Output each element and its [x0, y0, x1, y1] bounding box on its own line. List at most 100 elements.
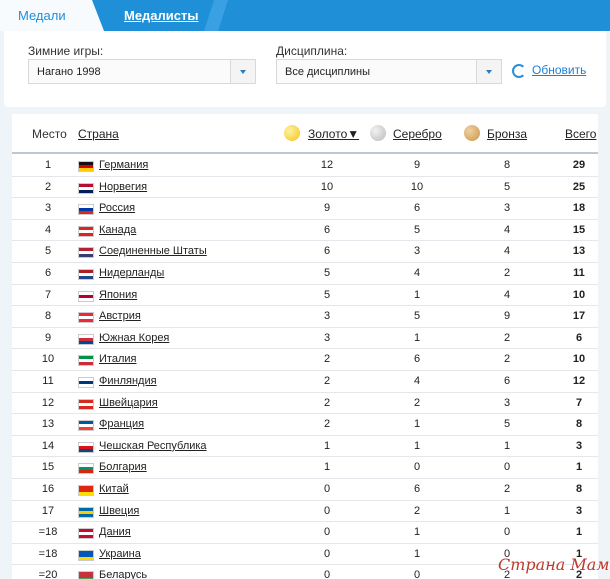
header-country[interactable]: Страна	[78, 127, 119, 141]
flag-icon	[78, 225, 94, 237]
gold-count: 3	[323, 310, 331, 323]
total-count: 1	[575, 461, 583, 474]
country-link[interactable]: Австрия	[99, 310, 141, 322]
tab-medals[interactable]: Медали	[0, 0, 104, 31]
country-link[interactable]: Украина	[99, 548, 141, 560]
bronze-count: 4	[503, 223, 511, 236]
tab-medals-label: Медали	[18, 8, 66, 23]
gold-count: 12	[320, 159, 334, 171]
row-rank: 17	[41, 504, 55, 517]
table-row: 10 Италия 2 6 2 10	[12, 348, 598, 371]
table-row: 3 Россия 9 6 3 18	[12, 197, 598, 220]
country-link[interactable]: Франция	[99, 418, 144, 430]
flag-icon	[78, 247, 94, 259]
flag-icon	[78, 463, 94, 475]
country-link[interactable]: Канада	[99, 224, 136, 236]
flag-icon	[78, 333, 94, 345]
bronze-count: 0	[503, 526, 511, 539]
total-count: 25	[572, 180, 586, 193]
games-select-value: Нагано 1998	[37, 66, 101, 78]
row-rank: 2	[44, 180, 52, 193]
tab-separator	[204, 0, 228, 31]
silver-medal-icon	[370, 125, 386, 141]
gold-count: 5	[323, 288, 331, 301]
silver-count: 3	[413, 245, 421, 258]
tab-medalists[interactable]: Медалисты	[124, 8, 199, 23]
country-link[interactable]: Нидерланды	[99, 267, 164, 279]
total-count: 8	[575, 418, 583, 431]
flag-icon	[78, 269, 94, 280]
silver-count: 0	[413, 569, 421, 579]
gold-count: 6	[323, 223, 331, 236]
country-link[interactable]: Япония	[99, 289, 137, 301]
country-link[interactable]: Норвегия	[99, 181, 147, 193]
country-link[interactable]: Чешская Республика	[99, 440, 207, 452]
discipline-select[interactable]: Все дисциплины	[276, 59, 502, 84]
country-link[interactable]: Финляндия	[99, 375, 157, 387]
gold-count: 10	[320, 180, 334, 193]
games-select[interactable]: Нагано 1998	[28, 59, 256, 84]
table-header: Место Страна Золото▼ Серебро Бронза Всег…	[12, 114, 598, 154]
gold-medal-icon	[284, 125, 300, 141]
flag-icon	[78, 312, 94, 324]
silver-count: 4	[413, 267, 421, 279]
silver-count: 1	[413, 439, 421, 452]
bronze-count: 5	[503, 180, 511, 193]
header-total[interactable]: Всего	[565, 127, 596, 141]
gold-count: 2	[323, 375, 331, 387]
total-count: 3	[575, 504, 583, 517]
games-label: Зимние игры:	[28, 44, 104, 58]
header-place: Место	[32, 127, 67, 141]
tab-bar: Медали Медалисты	[0, 0, 610, 31]
bronze-medal-icon	[464, 125, 480, 141]
row-rank: 4	[44, 223, 52, 236]
table-row: 2 Норвегия 10 10 5 25	[12, 176, 598, 199]
flag-icon	[78, 204, 94, 216]
silver-count: 4	[413, 375, 421, 387]
gold-count: 9	[323, 202, 331, 215]
row-rank: 6	[44, 267, 52, 279]
filter-panel: Зимние игры: Нагано 1998 Дисциплина: Все…	[4, 31, 606, 107]
table-row: 17 Швеция 0 2 1 3	[12, 500, 598, 523]
total-count: 29	[572, 159, 586, 171]
header-silver[interactable]: Серебро	[393, 127, 442, 141]
country-link[interactable]: Германия	[99, 159, 148, 171]
chevron-down-icon[interactable]	[230, 60, 255, 83]
total-count: 10	[572, 353, 586, 366]
row-rank: =18	[38, 526, 58, 539]
bronze-count: 6	[503, 375, 511, 387]
country-link[interactable]: Италия	[99, 353, 136, 365]
flag-icon	[78, 355, 94, 367]
flag-icon	[78, 398, 94, 410]
total-count: 12	[572, 375, 586, 387]
gold-count: 6	[323, 245, 331, 258]
gold-count: 0	[323, 483, 331, 495]
header-gold[interactable]: Золото▼	[308, 127, 359, 141]
country-link[interactable]: Швеция	[99, 505, 139, 517]
silver-count: 5	[413, 310, 421, 323]
flag-icon	[78, 549, 94, 561]
bronze-count: 2	[503, 267, 511, 279]
country-link[interactable]: Швейцария	[99, 397, 158, 409]
country-link[interactable]: Беларусь	[99, 569, 147, 579]
table-row: 14 Чешская Республика 1 1 1 3	[12, 435, 598, 458]
gold-count: 2	[323, 418, 331, 431]
gold-count: 0	[323, 547, 331, 560]
country-link[interactable]: Дания	[99, 526, 131, 538]
country-link[interactable]: Южная Корея	[99, 332, 169, 344]
table-row: 16 Китай 0 6 2 8	[12, 478, 598, 501]
chevron-down-icon[interactable]	[476, 60, 501, 83]
country-link[interactable]: Болгария	[99, 461, 147, 473]
bronze-count: 3	[503, 202, 511, 215]
row-rank: 10	[41, 353, 55, 366]
gold-count: 0	[323, 569, 331, 579]
header-bronze[interactable]: Бронза	[487, 127, 527, 141]
country-link[interactable]: Россия	[99, 202, 135, 214]
bronze-count: 8	[503, 159, 511, 171]
row-rank: =20	[38, 569, 58, 579]
country-link[interactable]: Китай	[99, 483, 129, 495]
country-link[interactable]: Соединенные Штаты	[99, 245, 207, 257]
row-rank: 12	[41, 396, 55, 409]
silver-count: 1	[413, 547, 421, 560]
flag-icon	[78, 161, 94, 172]
